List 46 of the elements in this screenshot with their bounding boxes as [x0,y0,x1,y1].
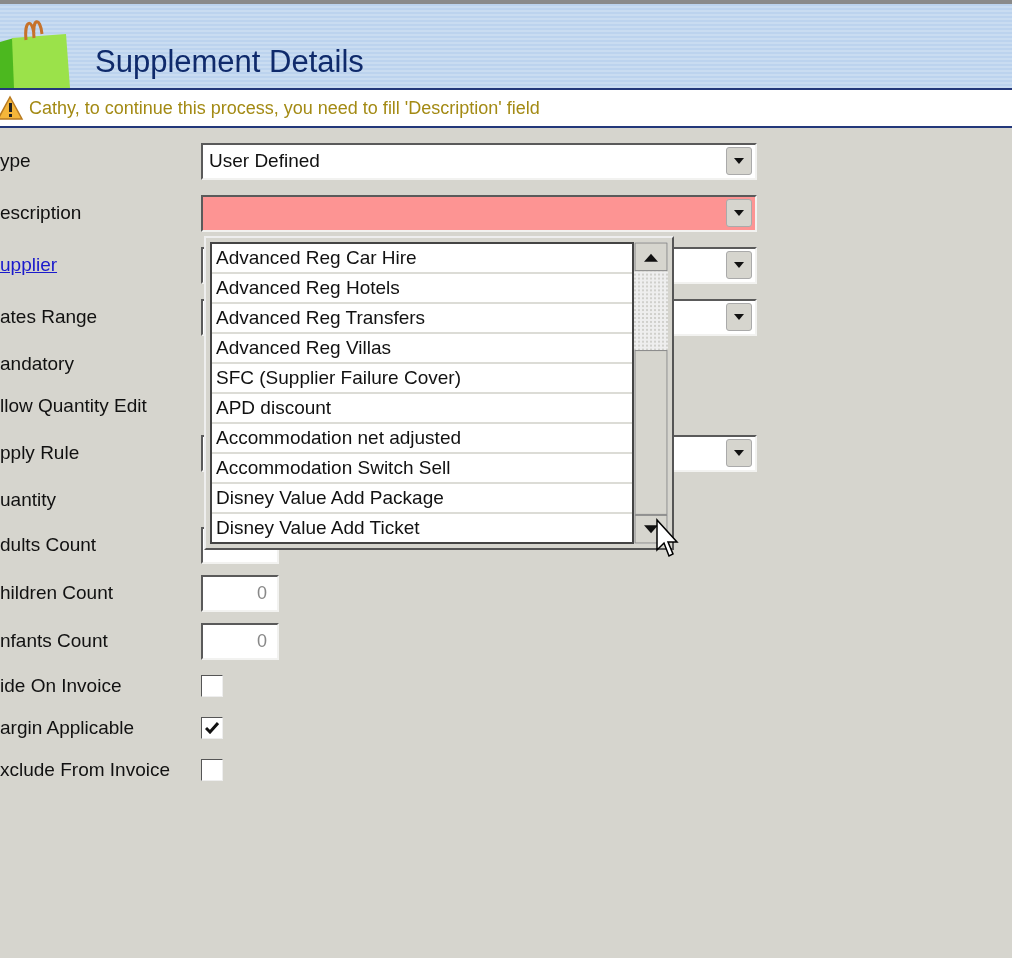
list-item[interactable]: Advanced Reg Transfers [212,304,632,334]
field-label: hildren Count [0,582,115,604]
field-label: nfants Count [0,630,109,652]
caret-icon [734,158,744,164]
list-item[interactable]: Advanced Reg Villas [212,334,632,364]
checkbox[interactable] [201,717,223,739]
field-label: pply Rule [0,442,81,464]
field-label: ide On Invoice [0,675,123,697]
dropdown-button[interactable] [726,251,752,279]
field-label-link[interactable]: upplier [0,254,201,276]
caret-icon [734,314,744,320]
checkbox[interactable] [201,759,223,781]
warning-icon [0,95,24,121]
field-label: ype [0,150,32,172]
page-title: Supplement Details [95,44,364,80]
field-label: xclude From Invoice [0,759,171,781]
combo-box[interactable]: User Defined [201,142,757,180]
list-item[interactable]: Advanced Reg Hotels [212,274,632,304]
dropdown-button[interactable] [726,439,752,467]
dropdown-button[interactable] [726,199,752,227]
list-item[interactable]: Accommodation net adjusted [212,424,632,454]
checkbox[interactable] [201,675,223,697]
check-icon [205,722,219,734]
field-label: ates Range [0,306,99,328]
field-label: argin Applicable [0,717,136,739]
field-label: dults Count [0,534,98,556]
field-label: escription [0,202,83,224]
number-field[interactable]: 0 [201,574,279,612]
field-label: andatory [0,353,75,375]
dropdown-button[interactable] [726,303,752,331]
field-label: uantity [0,489,57,511]
list-item[interactable]: Accommodation Switch Sell [212,454,632,484]
caret-icon [734,450,744,456]
caret-icon [734,210,744,216]
list-item[interactable]: Advanced Reg Car Hire [212,244,632,274]
list-item[interactable]: APD discount [212,394,632,424]
caret-icon [734,262,744,268]
combo-box[interactable] [201,194,757,232]
list-item[interactable]: SFC (Supplier Failure Cover) [212,364,632,394]
list-item[interactable]: Disney Value Add Ticket [212,514,632,542]
warning-message: Cathy, to continue this process, you need to fill 'Description' field [29,97,540,119]
dropdown-button[interactable] [726,147,752,175]
scrollbar[interactable] [634,242,668,544]
list-item[interactable]: Disney Value Add Package [212,484,632,514]
number-field[interactable]: 0 [201,622,279,660]
field-label: llow Quantity Edit [0,395,148,417]
